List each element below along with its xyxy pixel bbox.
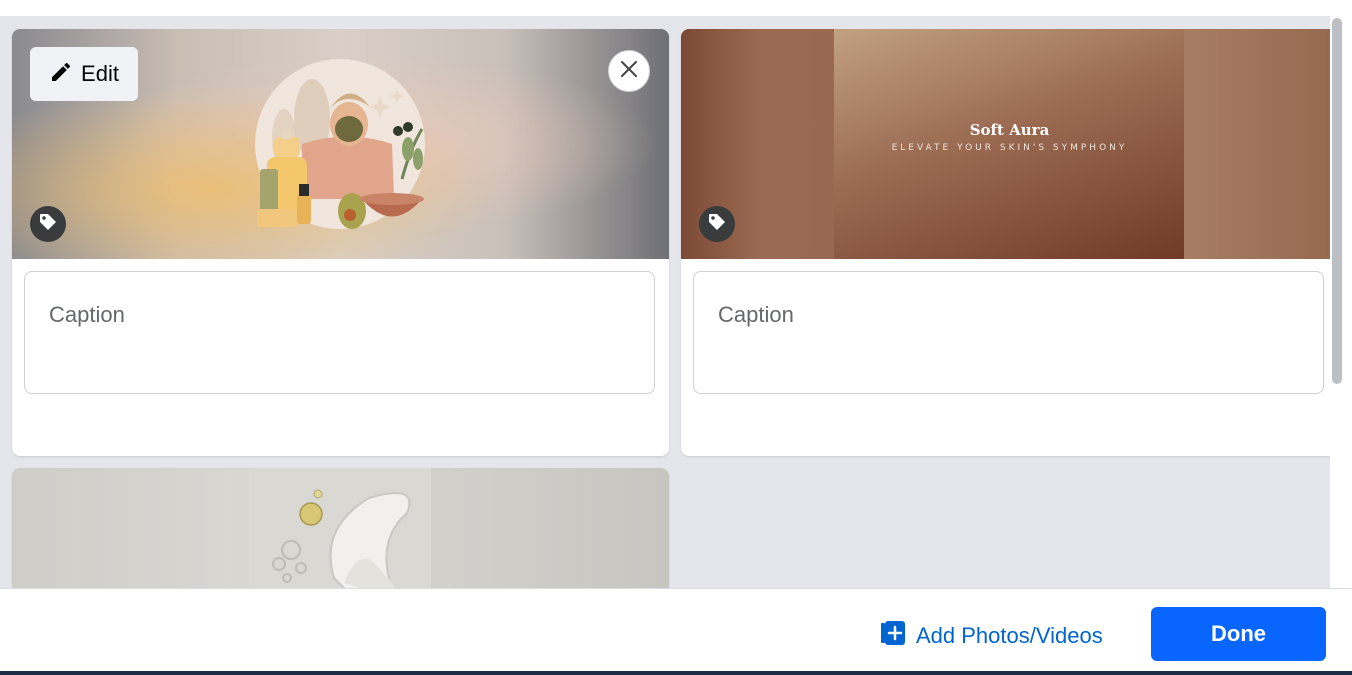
footer-bar: Add Photos/Videos Done: [0, 588, 1352, 671]
tag-button[interactable]: [30, 206, 66, 242]
pencil-icon: [49, 60, 73, 89]
tag-icon: [38, 212, 58, 237]
media-grid: Edit Soft Aura ELEVATE YOUR SKIN: [0, 16, 1330, 588]
edit-button-label: Edit: [81, 61, 119, 86]
caption-input[interactable]: [24, 271, 655, 394]
add-photo-icon: [880, 620, 906, 652]
brand-tagline: ELEVATE YOUR SKIN'S SYMPHONY: [891, 143, 1128, 153]
add-photos-videos-button[interactable]: Add Photos/Videos: [880, 619, 1103, 653]
cream-swatch-graphic: [272, 489, 411, 588]
media-thumbnail: [12, 468, 669, 588]
add-photos-videos-label: Add Photos/Videos: [916, 623, 1103, 648]
media-card: Soft Aura ELEVATE YOUR SKIN'S SYMPHONY: [681, 29, 1330, 456]
media-card: [12, 468, 669, 588]
window-bottom-edge: [0, 671, 1352, 675]
cream-serum-photo: [249, 468, 431, 588]
caption-input[interactable]: [693, 271, 1324, 394]
done-button[interactable]: Done: [1151, 607, 1326, 661]
brand-title: Soft Aura: [969, 121, 1050, 139]
tag-button[interactable]: [699, 206, 735, 242]
media-card: Edit: [12, 29, 669, 456]
scrollbar-thumb[interactable]: [1332, 18, 1342, 384]
tag-icon: [707, 212, 727, 237]
scrollbar[interactable]: [1330, 16, 1352, 588]
media-thumbnail: Soft Aura ELEVATE YOUR SKIN'S SYMPHONY: [681, 29, 1330, 259]
edit-button[interactable]: Edit: [30, 47, 138, 101]
remove-media-button[interactable]: [608, 50, 650, 92]
top-bar: [0, 0, 1352, 16]
close-icon: [620, 60, 638, 83]
